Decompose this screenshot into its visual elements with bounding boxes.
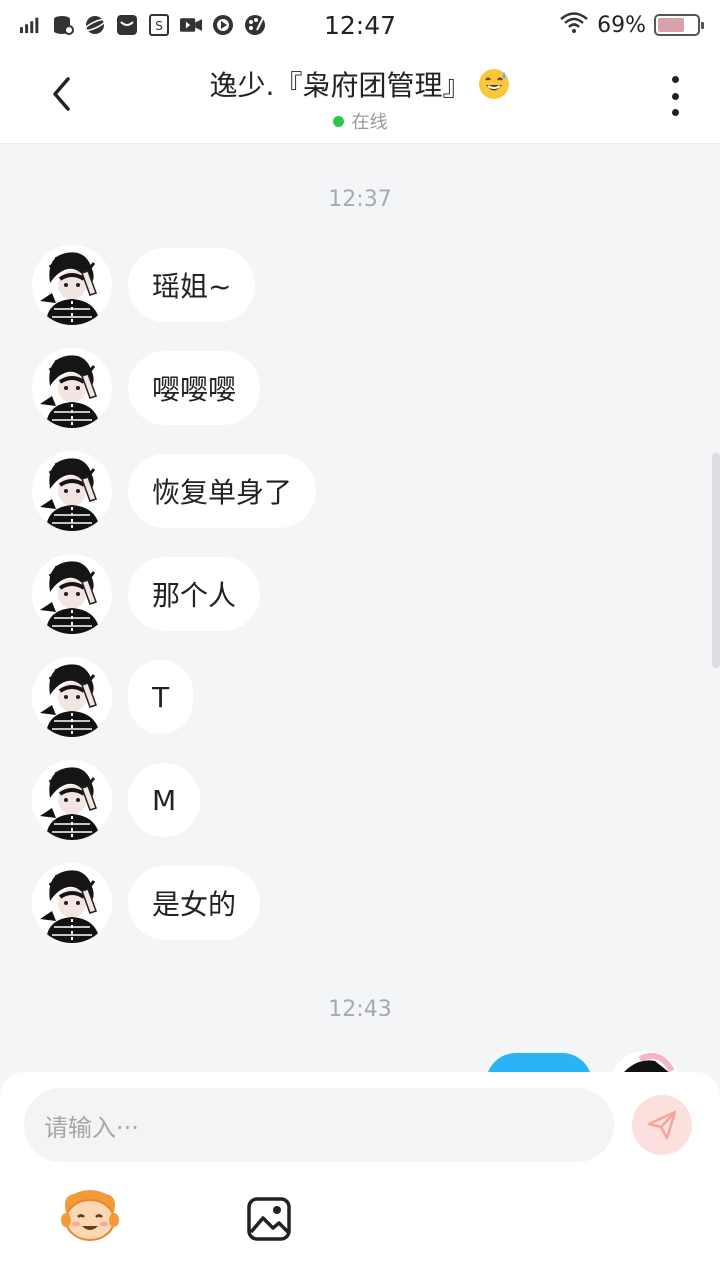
status-left-icons: S [20, 14, 266, 36]
anime-avatar-icon [32, 657, 112, 737]
sent-message-bubble[interactable] [486, 1053, 592, 1073]
message-list[interactable]: 12:37 瑶姐~ 嘤嘤嘤 恢复单身了 那个人 T M 是女的 12:43 [0, 145, 720, 1073]
message-row: 是女的 [32, 863, 261, 943]
message-row: 那个人 [32, 554, 261, 634]
anime-avatar-icon [32, 348, 112, 428]
message-app-icon [116, 14, 138, 36]
message-bubble[interactable]: 瑶姐~ [128, 248, 256, 322]
anime-avatar-icon [32, 451, 112, 531]
data-usage-icon [52, 14, 74, 36]
contact-title: 逸少.『枭府团管理』 [210, 64, 511, 104]
scrollbar[interactable] [712, 453, 720, 668]
status-bar: S 12:47 69% [0, 0, 720, 50]
message-bubble[interactable]: M [128, 763, 201, 837]
contact-name: 逸少.『枭府团管理』 [209, 69, 471, 102]
more-vertical-icon [671, 76, 679, 83]
battery-level [658, 18, 685, 32]
message-row: 恢复单身了 [32, 451, 317, 531]
battery-percent: 69% [597, 12, 646, 38]
online-status: 在线 [332, 108, 388, 134]
title-area: 逸少.『枭府团管理』 在线 [0, 64, 720, 134]
message-bubble[interactable]: T [128, 660, 194, 734]
contact-avatar[interactable] [32, 348, 112, 428]
battery-icon [654, 14, 704, 36]
image-button[interactable] [246, 1196, 292, 1242]
online-dot-icon [332, 115, 344, 127]
play-icon [212, 14, 234, 36]
message-input[interactable]: 请输入··· [24, 1088, 614, 1162]
anime-avatar-icon [32, 863, 112, 943]
wifi-icon [559, 11, 589, 39]
contact-avatar[interactable] [32, 863, 112, 943]
online-status-label: 在线 [351, 112, 388, 133]
image-icon [247, 1197, 291, 1241]
message-row: 嘤嘤嘤 [32, 348, 261, 428]
timestamp: 12:43 [328, 997, 392, 1022]
emoji-button[interactable] [60, 1190, 120, 1242]
chat-header: 逸少.『枭府团管理』 在线 [0, 50, 720, 144]
more-dot [671, 92, 679, 100]
message-row: 瑶姐~ [32, 245, 256, 325]
contact-avatar[interactable] [32, 760, 112, 840]
timestamp: 12:37 [328, 187, 392, 212]
contact-avatar[interactable] [32, 451, 112, 531]
anime-avatar-icon [32, 554, 112, 634]
more-dot [671, 109, 679, 116]
anime-avatar-icon [32, 245, 112, 325]
anime-avatar-icon [32, 760, 112, 840]
send-icon [647, 1110, 677, 1140]
more-button[interactable] [660, 76, 690, 116]
video-icon [180, 14, 202, 36]
palette-icon [244, 14, 266, 36]
send-button[interactable] [632, 1095, 692, 1155]
contact-avatar[interactable] [32, 657, 112, 737]
input-panel: 请输入··· [0, 1072, 720, 1280]
message-row: T [32, 657, 194, 737]
soul-app-icon: S [148, 14, 170, 36]
svg-text:S: S [155, 19, 163, 33]
my-avatar[interactable] [610, 1051, 680, 1073]
message-row: M [32, 760, 201, 840]
contact-avatar[interactable] [32, 245, 112, 325]
status-right: 69% [559, 11, 704, 39]
signal-icon [20, 14, 42, 36]
planet-icon [84, 14, 106, 36]
message-bubble[interactable]: 嘤嘤嘤 [128, 351, 261, 425]
emoji-icon [61, 1190, 119, 1241]
sweat-smile-emoji-icon [478, 68, 510, 100]
message-bubble[interactable]: 恢复单身了 [128, 454, 317, 528]
message-bubble[interactable]: 是女的 [128, 866, 261, 940]
contact-avatar[interactable] [32, 554, 112, 634]
message-bubble[interactable]: 那个人 [128, 557, 261, 631]
